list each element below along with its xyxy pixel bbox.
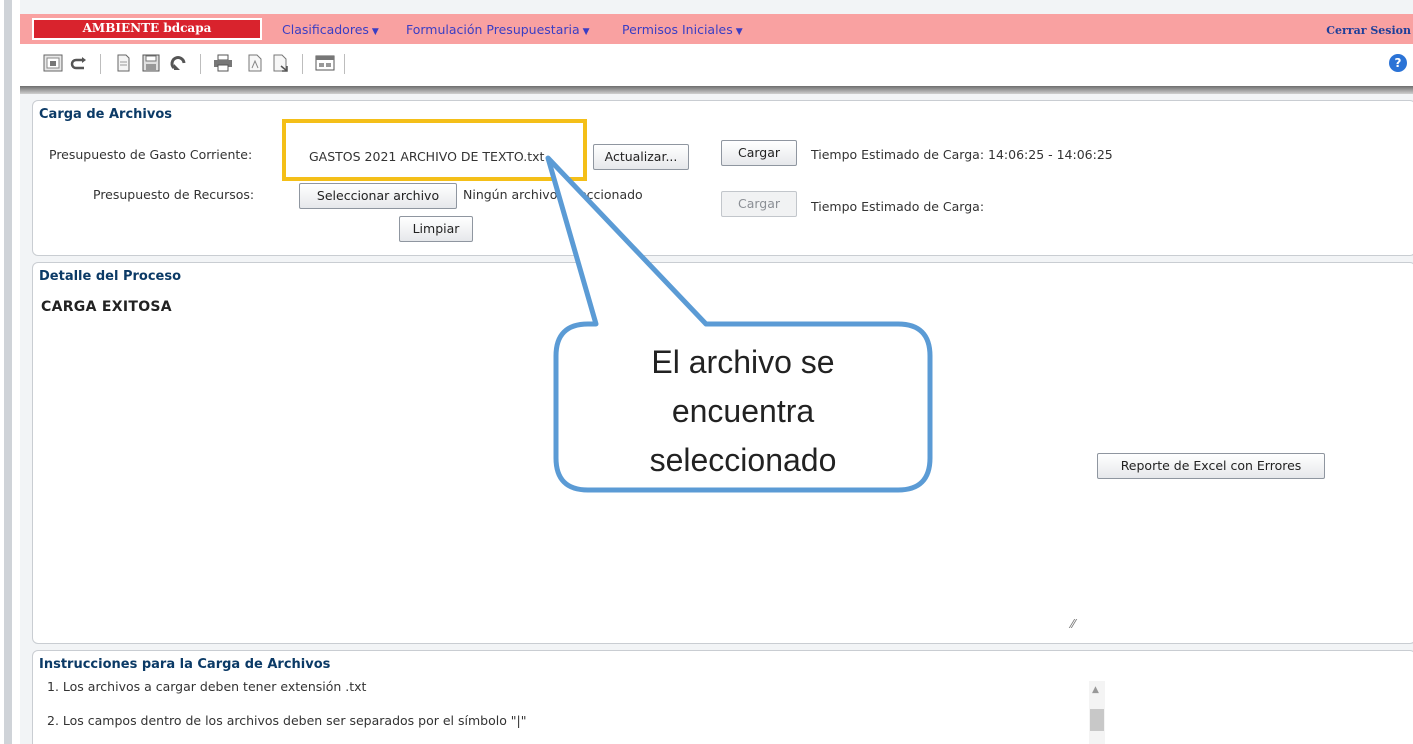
callout-line: El archivo se [651, 344, 835, 380]
callout-text: El archivo se encuentra seleccionado [556, 324, 930, 490]
callout-line: encuentra [671, 393, 815, 429]
callout-line: seleccionado [649, 442, 837, 478]
